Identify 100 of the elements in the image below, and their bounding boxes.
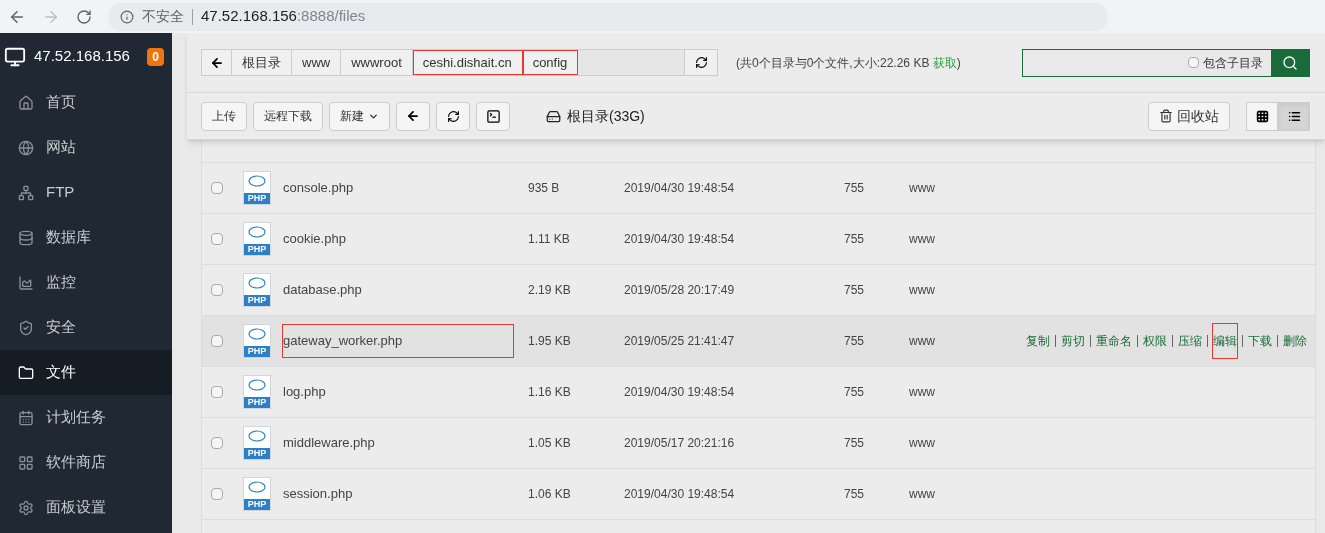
modified-date: 2019/05/17 20:21:16 [624,435,736,452]
server-ip: 47.52.168.156 [34,46,131,67]
file-name[interactable]: session.php [283,478,513,510]
grid-icon [1255,109,1269,123]
subdirectory-checkbox[interactable] [1188,57,1199,68]
toolbar-button[interactable]: 上传 [201,101,247,131]
file-owner: www [909,282,936,299]
sidebar-item[interactable]: 首页 [0,80,172,125]
file-permission: 755 [844,282,866,299]
row-action-link[interactable]: 权限 [1143,332,1167,350]
file-permission: 755 [844,231,866,248]
list-icon [1287,109,1301,123]
url-path: :8888/files [296,7,366,25]
refresh-button[interactable] [436,101,470,131]
file-permission: 755 [844,333,866,350]
breadcrumb-item[interactable]: ceshi.dishait.cn [412,50,523,75]
file-name[interactable]: gateway_worker.php [283,325,513,357]
file-owner: www [909,333,936,350]
settings-icon [18,499,34,516]
breadcrumb-item[interactable]: wwwroot [341,50,413,75]
row-checkbox[interactable] [211,488,223,500]
url-host: 47.52.168.156 [201,7,297,25]
breadcrumb-item[interactable]: www [292,50,342,75]
file-size: 1.16 KB [528,384,572,401]
row-action-link[interactable]: 重命名 [1096,332,1132,350]
row-checkbox[interactable] [211,233,223,245]
grid-view-button[interactable] [1246,101,1278,131]
file-name[interactable]: cookie.php [283,223,513,255]
row-checkbox[interactable] [211,335,223,347]
php-file-icon: PHP [243,324,271,358]
directory-summary: (共0个目录与0个文件,大小:22.26 KB [736,55,930,70]
file-size: 935 B [528,180,561,197]
terminal-button[interactable] [476,101,510,131]
shield-icon [18,319,34,336]
file-size: 1.05 KB [528,435,572,452]
address-bar[interactable]: 不安全 47.52.168.156:8888/files [108,2,1108,31]
row-checkbox[interactable] [211,284,223,296]
search-button[interactable] [1271,49,1309,76]
disk-label: 根目录(33G) [567,106,645,126]
row-action-link[interactable]: 压缩 [1178,332,1202,350]
breadcrumb-item[interactable]: config [522,50,579,75]
php-file-icon: PHP [243,222,271,256]
breadcrumb-item[interactable]: 根目录 [232,50,292,75]
file-name[interactable]: console.php [283,172,513,204]
php-file-icon: PHP [243,477,271,511]
summary-close: ) [956,55,961,70]
sidebar-item[interactable]: 数据库 [0,215,172,260]
folder-icon [18,364,34,381]
row-action-link[interactable]: 下载 [1248,332,1272,350]
sidebar-item[interactable]: 面板设置 [0,485,172,530]
file-permission: 755 [844,180,866,197]
reload-icon[interactable] [76,8,92,25]
security-label: 不安全 [142,7,184,26]
list-view-button[interactable] [1278,101,1310,131]
sidebar-item[interactable]: 软件商店 [0,440,172,485]
terminal-icon [485,108,501,124]
file-owner: www [909,435,936,452]
row-action-link[interactable]: 剪切 [1061,332,1085,350]
sidebar-item[interactable]: 文件 [0,350,172,395]
file-size: 2.19 KB [528,282,572,299]
file-name[interactable]: log.php [283,376,513,408]
modified-date: 2019/05/25 21:41:47 [624,333,736,350]
sidebar-item[interactable]: FTP [0,170,172,215]
subdirectory-label: 包含子目录 [1203,54,1263,72]
php-file-icon: PHP [243,426,271,460]
chart-icon [18,274,34,291]
file-size: 1.11 KB [528,231,571,248]
globe-icon [18,139,34,156]
file-permission: 755 [844,486,866,503]
recycle-bin-button[interactable]: 回收站 [1148,101,1230,131]
file-size: 1.06 KB [528,486,572,503]
sidebar-item[interactable]: 监控 [0,260,172,305]
row-action-link[interactable]: 删除 [1283,332,1307,350]
file-name[interactable]: database.php [283,274,513,306]
refresh-button[interactable] [684,50,717,75]
refresh-icon [446,109,460,123]
refresh-icon [694,56,708,69]
grid-icon [18,454,34,471]
file-name[interactable]: middleware.php [283,427,513,459]
php-file-icon: PHP [243,273,271,307]
sidebar-item[interactable]: 计划任务 [0,395,172,440]
row-checkbox[interactable] [211,437,223,449]
file-row[interactable]: PHP gateway_worker.php 1.95 KB 2019/05/25 21:41:47 755 www 复制 剪切 重命名 权限 压缩 编辑 下载 删除 [202,316,1315,367]
row-checkbox[interactable] [211,182,223,194]
row-checkbox[interactable] [211,386,223,398]
calendar-icon [18,409,34,426]
back-button[interactable] [202,50,232,75]
sidebar-item[interactable]: 网站 [0,125,172,170]
sidebar-item[interactable]: 安全 [0,305,172,350]
file-size: 1.95 KB [528,333,572,350]
search-field[interactable]: 包含子目录 [1022,48,1310,77]
row-action-link[interactable]: 复制 [1026,332,1050,350]
info-icon [120,9,134,24]
back-button[interactable] [396,101,430,131]
modified-date: 2019/04/30 19:48:54 [624,180,736,197]
modified-date: 2019/04/30 19:48:54 [624,231,736,248]
toolbar-button[interactable]: 远程下载 [253,101,323,131]
toolbar-button[interactable]: 新建 [329,101,390,131]
php-file-icon: PHP [243,375,271,409]
row-action-link[interactable]: 编辑 [1213,324,1237,358]
